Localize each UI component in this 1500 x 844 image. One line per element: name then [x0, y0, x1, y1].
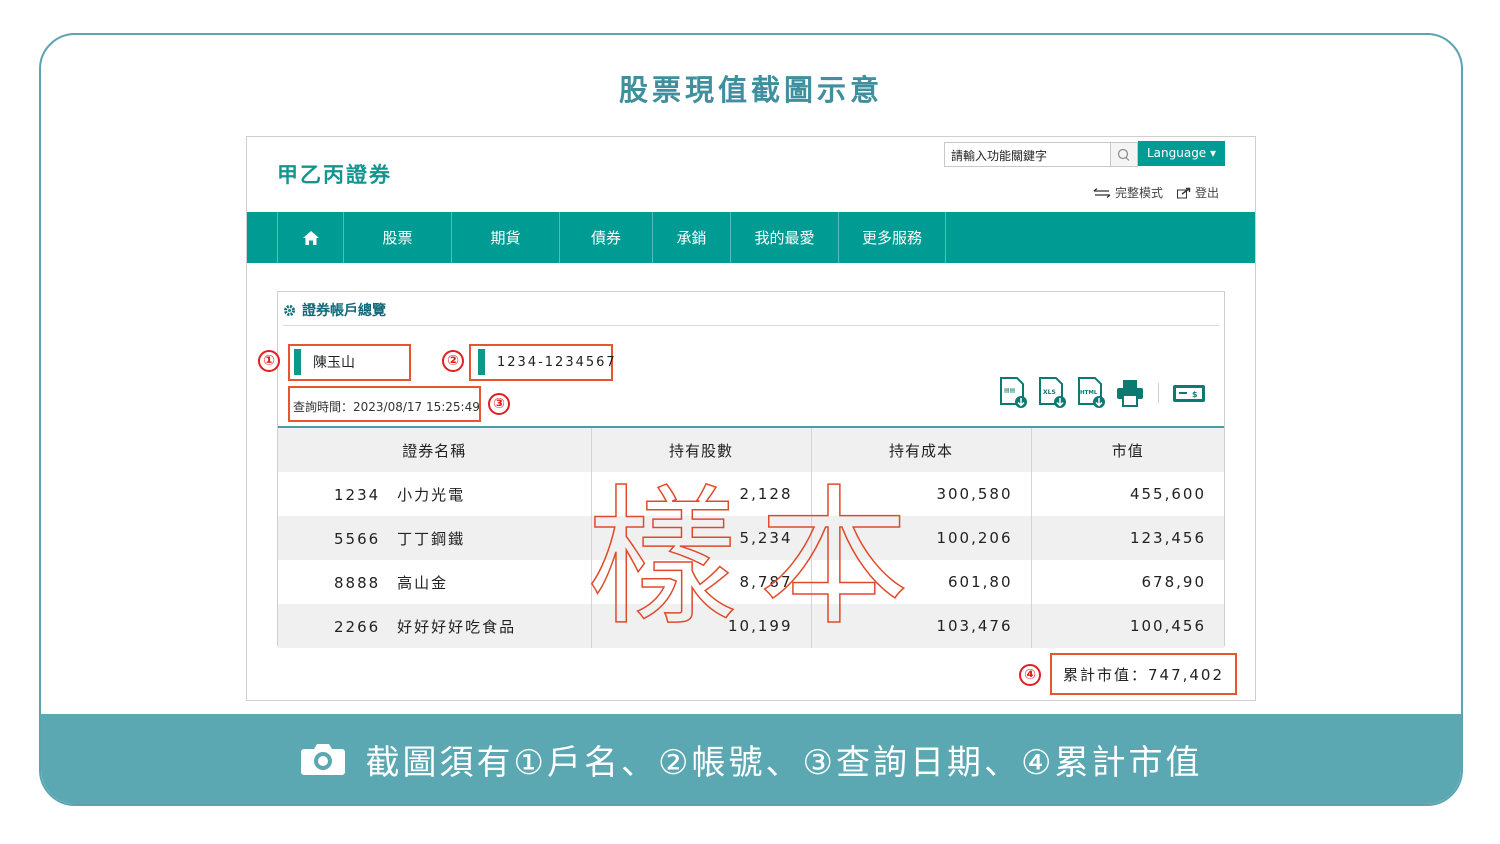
- tag-bar: [294, 349, 301, 375]
- instruction-card: 股票現值截圖示意 甲乙丙證券 請輸入功能關鍵字 Language ▾ 完整模式: [39, 33, 1463, 806]
- cell-name[interactable]: 8888 高山金: [278, 560, 591, 604]
- search-input[interactable]: 請輸入功能關鍵字: [944, 142, 1111, 167]
- panel-title-label: 證券帳戶總覽: [302, 303, 386, 319]
- search-icon: [1117, 148, 1130, 161]
- app-screenshot: 甲乙丙證券 請輸入功能關鍵字 Language ▾ 完整模式 登出 股票 期貨 …: [246, 136, 1256, 701]
- annotation-3: ③: [488, 393, 510, 415]
- tag-bar: [478, 349, 485, 375]
- cell-value: 123,456: [1030, 516, 1224, 560]
- toolbar-divider: [1158, 383, 1159, 403]
- cell-value: 678,90: [1030, 560, 1224, 604]
- cell-name[interactable]: 5566 丁丁鋼鐵: [278, 516, 591, 560]
- card-title: 股票現值截圖示意: [618, 73, 883, 107]
- full-mode-link[interactable]: 完整模式: [1093, 184, 1163, 201]
- money-icon[interactable]: $: [1172, 377, 1206, 409]
- sample-watermark: 樣本: [586, 471, 932, 647]
- cell-value: 455,600: [1030, 472, 1224, 516]
- top-links: 完整模式 登出: [1093, 184, 1219, 201]
- account-name-tag: 陳玉山: [294, 349, 355, 375]
- svg-text:▤▤: ▤▤: [1004, 387, 1015, 394]
- account-name: 陳玉山: [313, 355, 355, 371]
- nav-item-underwriting[interactable]: 承銷: [652, 212, 730, 263]
- cell-value: 100,456: [1030, 604, 1224, 648]
- total-market-value: 累計市值：747,402: [1050, 653, 1237, 695]
- print-icon[interactable]: [1115, 377, 1145, 409]
- annotation-4: ④: [1019, 664, 1041, 686]
- col-header-value[interactable]: 市值: [1030, 428, 1224, 472]
- logout-label: 登出: [1194, 186, 1219, 200]
- logout-icon: [1176, 187, 1191, 198]
- export-statement-icon[interactable]: ▤▤: [998, 377, 1028, 409]
- nav-item-stocks[interactable]: 股票: [343, 212, 451, 263]
- cell-name[interactable]: 1234 小力光電: [278, 472, 591, 516]
- swap-icon: [1093, 187, 1111, 198]
- export-xls-icon[interactable]: XLS: [1037, 377, 1067, 409]
- export-toolbar: ▤▤ XLS HTML $: [998, 377, 1206, 409]
- svg-text:HTML: HTML: [1080, 390, 1098, 396]
- nav-item-futures[interactable]: 期貨: [451, 212, 559, 263]
- nav-home[interactable]: [277, 212, 343, 263]
- export-html-icon[interactable]: HTML: [1076, 377, 1106, 409]
- footer-text: 截圖須有①戶名、②帳號、③查詢日期、④累計市值: [365, 742, 1203, 783]
- panel-title: 證券帳戶總覽: [283, 300, 386, 320]
- col-header-name[interactable]: 證券名稱: [278, 428, 591, 472]
- svg-text:$: $: [1192, 390, 1198, 399]
- svg-text:XLS: XLS: [1043, 389, 1056, 396]
- logout-link[interactable]: 登出: [1176, 184, 1219, 201]
- footer-banner: 截圖須有①戶名、②帳號、③查詢日期、④累計市值: [41, 714, 1461, 804]
- main-nav: 股票 期貨 債券 承銷 我的最愛 更多服務: [247, 212, 1255, 263]
- nav-item-favorites[interactable]: 我的最愛: [730, 212, 838, 263]
- brand-logo: 甲乙丙證券: [277, 163, 392, 187]
- account-number: 1234-1234567: [497, 354, 617, 370]
- account-number-tag: 1234-1234567: [478, 349, 617, 375]
- nav-item-more[interactable]: 更多服務: [838, 212, 946, 263]
- query-time: 查詢時間：2023/08/17 15:25:49: [293, 400, 480, 414]
- full-mode-label: 完整模式: [1114, 186, 1163, 200]
- language-button[interactable]: Language ▾: [1138, 141, 1225, 166]
- nav-item-bonds[interactable]: 債券: [559, 212, 652, 263]
- search-button[interactable]: [1111, 142, 1138, 167]
- cell-name[interactable]: 2266 好好好好吃食品: [278, 604, 591, 648]
- home-icon: [302, 230, 319, 245]
- gear-icon: [284, 304, 295, 316]
- camera-icon: [300, 744, 345, 775]
- divider: [283, 325, 1219, 326]
- annotation-2: ②: [442, 350, 464, 372]
- annotation-1: ①: [258, 350, 280, 372]
